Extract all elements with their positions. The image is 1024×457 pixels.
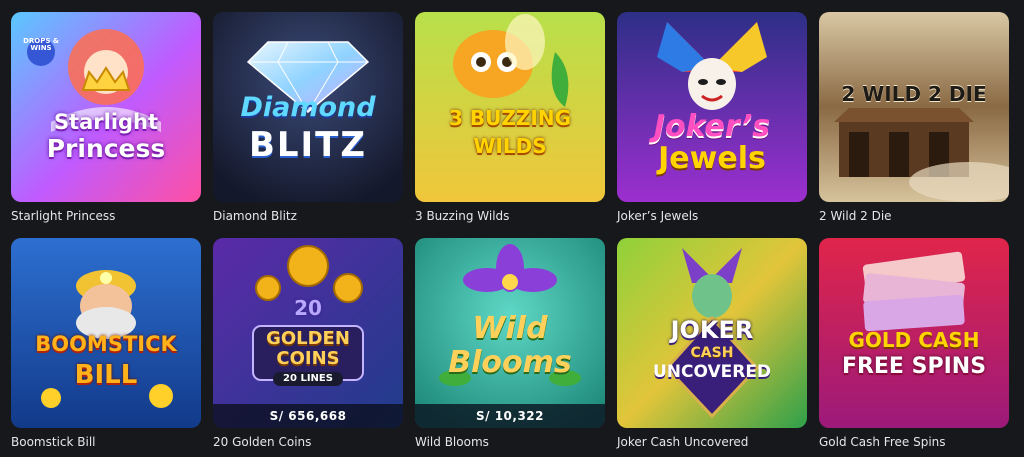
- game-logo-line: FREE SPINS: [841, 354, 987, 379]
- game-grid: DROPS & WINS Starlight Princess Starligh…: [0, 0, 1024, 457]
- game-title[interactable]: Starlight Princess: [11, 209, 201, 223]
- game-logo-line: 20: [294, 296, 322, 320]
- game-logo-line: JOKER: [670, 316, 754, 344]
- game-logo-line: BILL: [74, 360, 138, 390]
- game-logo-line: Joker’s: [653, 109, 771, 144]
- game-title[interactable]: Diamond Blitz: [213, 209, 403, 223]
- game-thumbnail[interactable]: JOKER CASH UNCOVERED: [617, 238, 807, 428]
- game-logo-line: Blooms: [448, 345, 572, 380]
- game-logo-line: BLITZ: [248, 125, 368, 165]
- game-tile-wild-blooms[interactable]: Wild Blooms S/ 10,322 Wild Blooms: [415, 238, 605, 449]
- game-logo-line: Starlight: [53, 110, 159, 134]
- game-logo-line: Jewels: [658, 141, 766, 176]
- game-tile-diamond-blitz[interactable]: Diamond BLITZ Diamond Blitz: [213, 12, 403, 223]
- game-title[interactable]: Wild Blooms: [415, 435, 605, 449]
- game-logo-line: Wild: [472, 311, 548, 346]
- game-logo-line: 2 WILD 2 DIE: [841, 82, 987, 106]
- game-thumbnail[interactable]: DROPS & WINS Starlight Princess: [11, 12, 201, 202]
- drops-wins-badge: DROPS & WINS: [23, 37, 59, 52]
- game-thumbnail[interactable]: 3 BUZZING WILDS: [415, 12, 605, 202]
- game-tile-gold-cash-free-spins[interactable]: GOLD CASH FREE SPINS Gold Cash Free Spin…: [819, 238, 1009, 449]
- jackpot-amount: S/ 10,322: [415, 404, 605, 428]
- thumbnail-art: [819, 12, 1009, 202]
- game-tile-jokers-jewels[interactable]: Joker’s Jewels Joker’s Jewels: [617, 12, 807, 223]
- game-tile-joker-cash-uncovered[interactable]: JOKER CASH UNCOVERED Joker Cash Uncovere…: [617, 238, 807, 449]
- game-logo-line: GOLD CASH: [848, 328, 980, 352]
- game-tile-starlight-princess[interactable]: DROPS & WINS Starlight Princess Starligh…: [11, 12, 201, 223]
- game-logo-line: UNCOVERED: [652, 362, 772, 382]
- game-logo-line: 3 BUZZING: [449, 106, 571, 130]
- game-tile-boomstick-bill[interactable]: BOOMSTICK BILL Boomstick Bill: [11, 238, 201, 449]
- game-title[interactable]: Gold Cash Free Spins: [819, 435, 1009, 449]
- game-logo-line: CASH: [690, 345, 734, 361]
- game-tile-20-golden-coins[interactable]: 20 GOLDEN COINS 20 LINES S/ 656,668 20 G…: [213, 238, 403, 449]
- game-thumbnail[interactable]: BOOMSTICK BILL: [11, 238, 201, 428]
- game-thumbnail[interactable]: Wild Blooms S/ 10,322: [415, 238, 605, 428]
- game-thumbnail[interactable]: Joker’s Jewels: [617, 12, 807, 202]
- game-title[interactable]: 2 Wild 2 Die: [819, 209, 1009, 223]
- game-logo-line: BOOMSTICK: [35, 332, 177, 356]
- jackpot-amount: S/ 656,668: [213, 404, 403, 428]
- game-title[interactable]: 20 Golden Coins: [213, 435, 403, 449]
- game-title[interactable]: 3 Buzzing Wilds: [415, 209, 605, 223]
- game-tile-3-buzzing-wilds[interactable]: 3 BUZZING WILDS 3 Buzzing Wilds: [415, 12, 605, 223]
- game-title[interactable]: Joker Cash Uncovered: [617, 435, 807, 449]
- game-thumbnail[interactable]: 20 GOLDEN COINS 20 LINES S/ 656,668: [213, 238, 403, 428]
- game-thumbnail[interactable]: 2 WILD 2 DIE: [819, 12, 1009, 202]
- game-tile-2-wild-2-die[interactable]: 2 WILD 2 DIE 2 Wild 2 Die: [819, 12, 1009, 223]
- lines-badge: 20 LINES: [273, 372, 343, 386]
- game-thumbnail[interactable]: Diamond BLITZ: [213, 12, 403, 202]
- game-title[interactable]: Boomstick Bill: [11, 435, 201, 449]
- game-logo-line: GOLDEN: [266, 328, 350, 349]
- game-title[interactable]: Joker’s Jewels: [617, 209, 807, 223]
- game-logo-line: COINS: [276, 348, 340, 369]
- game-thumbnail[interactable]: GOLD CASH FREE SPINS: [819, 238, 1009, 428]
- game-logo-line: Diamond: [240, 92, 376, 123]
- game-logo-line: Princess: [46, 134, 166, 163]
- game-logo-line: WILDS: [473, 134, 547, 158]
